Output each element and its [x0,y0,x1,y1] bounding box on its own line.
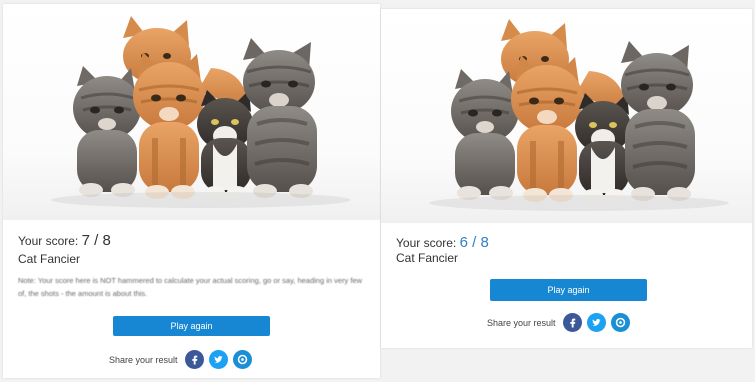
score-label: Your score: [396,236,457,250]
score-line: Your score: 6 / 8 [396,234,489,251]
twitter-icon[interactable] [208,350,228,369]
score-line: Your score: 7 / 8 [18,232,111,249]
kittens-photo [381,9,752,223]
email-icon[interactable] [232,350,252,369]
share-row: Share your result [109,350,252,369]
score-note: Note: Your score here is NOT hammered to… [18,276,363,298]
rank-title: Cat Fancier [18,252,81,266]
score-value: 7 / 8 [81,232,111,249]
rank-title: Cat Fancier [396,251,459,265]
score-value: 6 / 8 [459,234,489,251]
play-again-button[interactable]: Play again [490,279,647,301]
kittens-photo [3,4,380,220]
play-again-button[interactable]: Play again [113,316,270,336]
share-row: Share your result [487,313,630,332]
facebook-icon[interactable] [184,350,204,369]
score-label: Your score: [18,234,79,248]
result-card-right: Your score: 6 / 8 Cat Fancier Play again… [381,9,752,348]
share-label: Share your result [109,354,178,365]
share-label: Share your result [487,317,556,328]
facebook-icon[interactable] [562,313,582,332]
twitter-icon[interactable] [586,313,606,332]
result-card-left: Your score: 7 / 8 Cat Fancier Note: Your… [3,4,380,378]
email-icon[interactable] [610,313,630,332]
